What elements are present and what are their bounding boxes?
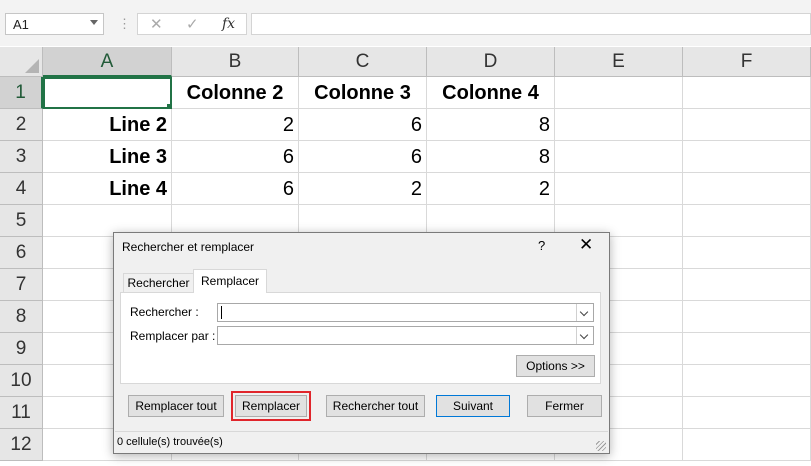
- find-replace-dialog: Rechercher et remplacer ? ✕ Rechercher R…: [113, 232, 610, 454]
- formula-bar: A1 ⋮ ✕ ✓ fx: [0, 0, 811, 46]
- cell-c3[interactable]: 6: [299, 141, 427, 173]
- cell-a4[interactable]: Line 4: [43, 173, 172, 205]
- cell-d4[interactable]: 2: [427, 173, 555, 205]
- cell-b1[interactable]: Colonne 2: [172, 77, 299, 109]
- replace-combobox[interactable]: [217, 326, 594, 345]
- cell-a3[interactable]: Line 3: [43, 141, 172, 173]
- insert-function-icon[interactable]: fx: [222, 16, 235, 32]
- cell-f12[interactable]: [683, 429, 811, 461]
- column-header-c[interactable]: C: [299, 47, 427, 77]
- cell-f6[interactable]: [683, 237, 811, 269]
- cell-c1[interactable]: Colonne 3: [299, 77, 427, 109]
- find-input[interactable]: [220, 305, 570, 320]
- cell-c4[interactable]: 2: [299, 173, 427, 205]
- resize-grip-icon[interactable]: [596, 441, 606, 451]
- row-header-2[interactable]: 2: [0, 109, 43, 141]
- cell-b2[interactable]: 2: [172, 109, 299, 141]
- cell-d3[interactable]: 8: [427, 141, 555, 173]
- replace-all-button[interactable]: Remplacer tout: [128, 395, 224, 417]
- status-text: 0 cellule(s) trouvée(s): [117, 436, 223, 448]
- tab-rechercher[interactable]: Rechercher: [123, 273, 194, 293]
- row-header-3[interactable]: 3: [0, 141, 43, 173]
- options-button[interactable]: Options >>: [516, 355, 595, 377]
- replace-button[interactable]: Remplacer: [231, 391, 311, 421]
- row-header-7[interactable]: 7: [0, 269, 43, 301]
- formula-input[interactable]: [251, 13, 811, 35]
- name-box[interactable]: A1: [5, 13, 104, 35]
- replace-panel: Rechercher : Remplacer par : Options >>: [120, 292, 601, 384]
- cell-e4[interactable]: [555, 173, 683, 205]
- row-header-5[interactable]: 5: [0, 205, 43, 237]
- cell-f3[interactable]: [683, 141, 811, 173]
- chevron-down-icon[interactable]: [90, 20, 98, 25]
- row-header-1[interactable]: 1: [0, 77, 43, 109]
- cell-a2[interactable]: Line 2: [43, 109, 172, 141]
- cell-e3[interactable]: [555, 141, 683, 173]
- row-header-11[interactable]: 11: [0, 397, 43, 429]
- column-header-f[interactable]: F: [683, 47, 811, 77]
- chevron-down-icon[interactable]: [576, 327, 593, 344]
- row-header-8[interactable]: 8: [0, 301, 43, 333]
- column-header-a[interactable]: A: [43, 47, 172, 77]
- replace-label: Remplacer par :: [130, 329, 216, 343]
- cell-f1[interactable]: [683, 77, 811, 109]
- row-header-4[interactable]: 4: [0, 173, 43, 205]
- find-combobox[interactable]: [217, 303, 594, 322]
- cell-f5[interactable]: [683, 205, 811, 237]
- help-icon[interactable]: ?: [538, 238, 545, 253]
- cell-f7[interactable]: [683, 269, 811, 301]
- cell-f11[interactable]: [683, 397, 811, 429]
- find-next-button[interactable]: Suivant: [436, 395, 510, 417]
- select-all-button[interactable]: [0, 47, 43, 77]
- row-header-9[interactable]: 9: [0, 333, 43, 365]
- column-header-e[interactable]: E: [555, 47, 683, 77]
- cell-f9[interactable]: [683, 333, 811, 365]
- cell-e2[interactable]: [555, 109, 683, 141]
- cell-d2[interactable]: 8: [427, 109, 555, 141]
- cell-a1[interactable]: [43, 77, 172, 109]
- cell-b3[interactable]: 6: [172, 141, 299, 173]
- formula-buttons: ✕ ✓ fx: [137, 13, 247, 35]
- cell-f4[interactable]: [683, 173, 811, 205]
- cell-b4[interactable]: 6: [172, 173, 299, 205]
- close-button[interactable]: Fermer: [527, 395, 602, 417]
- column-header-b[interactable]: B: [172, 47, 299, 77]
- row-header-12[interactable]: 12: [0, 429, 43, 461]
- enter-icon[interactable]: ✓: [186, 15, 199, 33]
- cell-f10[interactable]: [683, 365, 811, 397]
- status-bar: 0 cellule(s) trouvée(s): [115, 431, 608, 453]
- cell-c2[interactable]: 6: [299, 109, 427, 141]
- grip-dots-icon: ⋮: [118, 16, 132, 31]
- close-icon[interactable]: ✕: [579, 235, 593, 255]
- column-header-d[interactable]: D: [427, 47, 555, 77]
- select-all-icon: [25, 59, 39, 73]
- find-all-button[interactable]: Rechercher tout: [326, 395, 425, 417]
- cancel-icon[interactable]: ✕: [150, 15, 163, 33]
- row-header-10[interactable]: 10: [0, 365, 43, 397]
- row-header-6[interactable]: 6: [0, 237, 43, 269]
- cell-f8[interactable]: [683, 301, 811, 333]
- chevron-down-icon[interactable]: [576, 304, 593, 321]
- cell-e1[interactable]: [555, 77, 683, 109]
- cell-f2[interactable]: [683, 109, 811, 141]
- replace-input[interactable]: [220, 328, 570, 343]
- cell-d1[interactable]: Colonne 4: [427, 77, 555, 109]
- dialog-title: Rechercher et remplacer: [122, 240, 255, 254]
- find-label: Rechercher :: [130, 305, 199, 319]
- name-box-value: A1: [13, 17, 29, 32]
- tab-remplacer[interactable]: Remplacer: [193, 269, 267, 293]
